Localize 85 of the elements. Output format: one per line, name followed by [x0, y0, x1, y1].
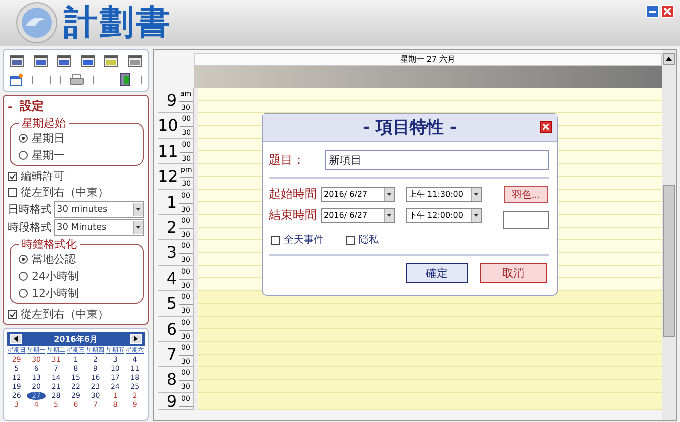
dropdown-arrow-icon[interactable]	[387, 214, 392, 217]
calendar-icon[interactable]	[10, 55, 24, 68]
color-swatch	[503, 211, 549, 229]
hour-label: 9	[166, 392, 178, 409]
checkbox[interactable]	[8, 172, 17, 182]
checkbox-label: 從左到右（中東）	[21, 185, 109, 200]
format-label: 日時格式	[8, 202, 52, 218]
right-triangle-icon	[134, 336, 138, 342]
option-label: 24小時制	[32, 269, 79, 284]
time-label: 結束時間	[269, 207, 317, 224]
radio-button[interactable]	[19, 151, 28, 160]
month-title: 2016年6月	[54, 334, 98, 345]
scrollbar[interactable]	[662, 50, 676, 420]
next-month-button[interactable]	[130, 334, 142, 344]
dropdown-arrow-icon[interactable]	[387, 193, 392, 196]
checkbox[interactable]	[346, 236, 355, 244]
checkbox[interactable]	[271, 236, 280, 244]
minimize-button[interactable]	[646, 5, 659, 18]
option-label: 星期日	[32, 131, 65, 146]
calendar-icon[interactable]	[128, 55, 142, 68]
format-dropdown[interactable]: 30 Minutes	[54, 219, 144, 236]
hour-label: 3	[166, 242, 178, 264]
time-dropdown[interactable]: 上午 11:30:00	[406, 187, 482, 202]
hour-label: 9	[166, 90, 178, 112]
dropdown-arrow-icon[interactable]	[474, 193, 479, 196]
color-button[interactable]: 羽色...	[504, 186, 548, 203]
checkbox[interactable]	[8, 310, 17, 320]
scroll-up-button[interactable]	[663, 53, 675, 65]
hour-label: 11	[158, 140, 180, 163]
time-label: 起始時間	[269, 186, 317, 203]
hour-label: 5	[166, 293, 178, 316]
hour-label: 10	[158, 115, 180, 138]
checkbox-label: 全天事件	[284, 234, 324, 247]
hour-label: 1	[166, 192, 178, 214]
app-title: 計劃書	[64, 4, 172, 44]
left-triangle-icon	[14, 336, 18, 342]
group-legend: 時鐘格式化	[19, 237, 80, 252]
checkbox-label: 編輯許可	[21, 169, 65, 184]
radio-button[interactable]	[19, 134, 28, 144]
hour-label: 7	[166, 344, 178, 366]
hour-label: 4	[166, 268, 178, 290]
up-triangle-icon	[666, 57, 672, 61]
checkbox[interactable]	[8, 188, 17, 198]
time-dropdown[interactable]: 下午 12:00:00	[406, 208, 482, 223]
close-button[interactable]	[540, 121, 552, 133]
collapse-toggle[interactable]: -	[8, 100, 13, 114]
hour-label: 2	[166, 216, 178, 239]
minus-icon	[649, 10, 656, 12]
option-label: 星期一	[32, 148, 65, 164]
dropdown-arrow-icon[interactable]	[136, 208, 141, 212]
ok-button[interactable]: 確定	[406, 263, 468, 283]
date-dropdown[interactable]: 2016/ 6/27	[321, 187, 395, 202]
hour-label: 12	[158, 166, 180, 188]
checkbox-label: 從左到右（中東）	[21, 307, 109, 322]
date-dropdown[interactable]: 2016/ 6/27	[321, 208, 395, 223]
dropdown-arrow-icon[interactable]	[474, 214, 479, 217]
day-header: 星期一 27 六月	[194, 53, 662, 66]
door-icon[interactable]	[120, 73, 132, 86]
option-label: 12小時制	[32, 286, 79, 302]
radio-button[interactable]	[19, 289, 28, 298]
calendar-icon[interactable]	[104, 55, 118, 68]
option-label: 當地公認	[32, 252, 76, 268]
format-dropdown[interactable]: 30 minutes	[54, 201, 144, 218]
hour-label: 8	[166, 369, 178, 392]
hour-label: 6	[166, 318, 178, 341]
settings-heading: 設定	[20, 98, 44, 116]
dropdown-arrow-icon[interactable]	[136, 226, 141, 230]
cancel-button[interactable]: 取消	[480, 263, 547, 283]
radio-button[interactable]	[19, 255, 28, 264]
close-icon	[664, 8, 671, 15]
format-label: 時段格式	[8, 220, 52, 236]
close-icon	[543, 124, 549, 130]
printer-icon[interactable]	[70, 74, 84, 86]
calendar-icon[interactable]	[57, 55, 72, 68]
calendar-icon[interactable]	[34, 55, 48, 68]
radio-button[interactable]	[19, 272, 28, 282]
previous-month-button[interactable]	[10, 334, 22, 344]
subject-label: 題目：	[269, 152, 305, 168]
dialog-title: - 項目特性 -	[363, 117, 457, 139]
calendar-icon[interactable]	[80, 55, 95, 68]
globe-logo-icon	[16, 2, 58, 44]
subject-field[interactable]: 新項目	[325, 150, 549, 170]
group-legend: 星期起始	[19, 116, 69, 132]
new-item-icon[interactable]	[10, 74, 23, 86]
checkbox-label: 隱私	[359, 234, 379, 247]
